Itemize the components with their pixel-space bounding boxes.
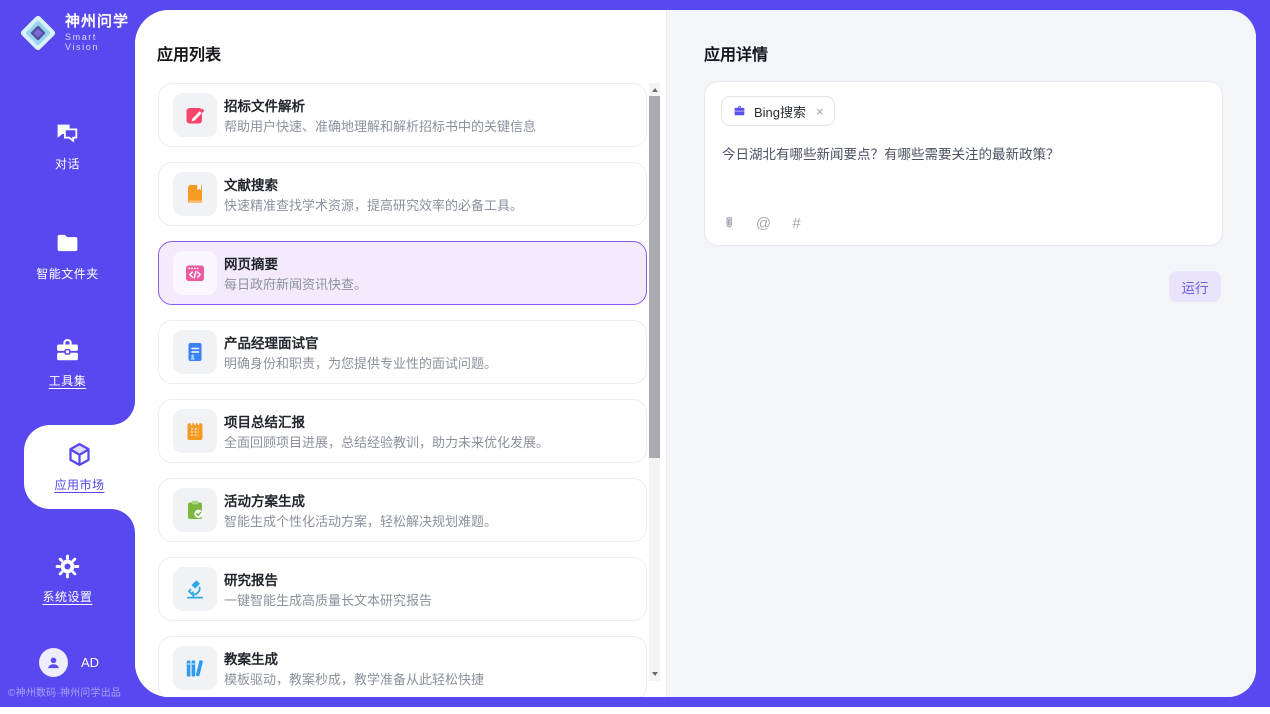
app-card-name: 网页摘要 bbox=[224, 253, 278, 273]
app-list-pane: 应用列表 招标文件解析帮助用户快速、准确地理解和解析招标书中的关键信息文献搜索快… bbox=[135, 10, 666, 697]
web-browser-icon bbox=[173, 251, 217, 295]
app-card-desc: 模板驱动，教案秒成，教学准备从此轻松快捷 bbox=[224, 669, 484, 688]
app-card[interactable]: 产品经理面试官明确身份和职责，为您提供专业性的面试问题。 bbox=[158, 320, 647, 384]
app-card-name: 文献搜索 bbox=[224, 174, 278, 194]
copyright-footer: ©神州数码·神州问学出品 bbox=[8, 684, 138, 699]
prompt-input[interactable]: 今日湖北有哪些新闻要点？有哪些需要关注的最新政策？ bbox=[722, 145, 1206, 165]
prompt-toolbar: @ # bbox=[722, 214, 805, 232]
app-card-name: 招标文件解析 bbox=[224, 95, 305, 115]
triangle-up-icon bbox=[652, 88, 658, 92]
prompt-card: Bing搜索 × 今日湖北有哪些新闻要点？有哪些需要关注的最新政策？ @ # bbox=[704, 81, 1223, 246]
at-icon[interactable]: @ bbox=[755, 214, 772, 232]
app-card-desc: 全面回顾项目进展，总结经验教训，助力未来优化发展。 bbox=[224, 432, 549, 451]
app-card[interactable]: 项目总结汇报全面回顾项目进展，总结经验教训，助力未来优化发展。 bbox=[158, 399, 647, 463]
notepad-icon bbox=[173, 409, 217, 453]
gear-icon bbox=[54, 553, 81, 580]
app-card[interactable]: 招标文件解析帮助用户快速、准确地理解和解析招标书中的关键信息 bbox=[158, 83, 647, 147]
sidebar-item-app-market[interactable]: 应用市场 bbox=[24, 425, 135, 509]
app-card-desc: 每日政府新闻资讯快查。 bbox=[224, 274, 367, 293]
app-card-name: 产品经理面试官 bbox=[224, 332, 319, 352]
app-card[interactable]: 研究报告一键智能生成高质量长文本研究报告 bbox=[158, 557, 647, 621]
chat-icon bbox=[54, 120, 81, 147]
diamond-logo-icon bbox=[18, 13, 58, 53]
scroll-up-button[interactable] bbox=[649, 84, 660, 96]
tool-chip-label: Bing搜索 bbox=[754, 102, 806, 121]
bubble-curve-bottom bbox=[111, 509, 135, 533]
brand-title: 神州问学 bbox=[65, 14, 135, 31]
chip-close-icon[interactable]: × bbox=[816, 105, 824, 118]
scrollbar-thumb[interactable] bbox=[649, 96, 660, 458]
paperclip-icon[interactable] bbox=[722, 214, 739, 232]
briefcase-icon bbox=[732, 104, 747, 119]
app-card-name: 活动方案生成 bbox=[224, 490, 305, 510]
bubble-curve-top bbox=[111, 401, 135, 425]
app-detail-title: 应用详情 bbox=[704, 41, 768, 65]
app-card-name: 教案生成 bbox=[224, 648, 278, 668]
books-icon bbox=[173, 646, 217, 690]
app-card[interactable]: 教案生成模板驱动，教案秒成，教学准备从此轻松快捷 bbox=[158, 636, 647, 697]
folder-icon bbox=[54, 230, 81, 257]
tool-chip-bing-search[interactable]: Bing搜索 × bbox=[721, 96, 835, 126]
scroll-down-button[interactable] bbox=[649, 668, 660, 680]
app-card-desc: 一键智能生成高质量长文本研究报告 bbox=[224, 590, 432, 609]
interview-doc-icon bbox=[173, 330, 217, 374]
app-card-desc: 明确身份和职责，为您提供专业性的面试问题。 bbox=[224, 353, 497, 372]
sidebar-item-label: 工具集 bbox=[49, 372, 87, 389]
app-detail-pane: 应用详情 Bing搜索 × 今日湖北有哪些新闻要点？有哪些需要关注的最新政策？ bbox=[666, 10, 1256, 697]
sidebar-item-label: 应用市场 bbox=[54, 476, 104, 493]
user-row[interactable]: AD bbox=[39, 648, 99, 677]
app-list-title: 应用列表 bbox=[157, 41, 221, 65]
brand: 神州问学 Smart Vision bbox=[18, 13, 135, 53]
avatar bbox=[39, 648, 68, 677]
app-card[interactable]: 文献搜索快速精准查找学术资源，提高研究效率的必备工具。 bbox=[158, 162, 647, 226]
app-card-desc: 智能生成个性化活动方案，轻松解决规划难题。 bbox=[224, 511, 497, 530]
sidebar-item-label: 对话 bbox=[55, 155, 80, 172]
brand-subtitle: Smart Vision bbox=[65, 32, 135, 52]
app-card[interactable]: 活动方案生成智能生成个性化活动方案，轻松解决规划难题。 bbox=[158, 478, 647, 542]
app-card-desc: 帮助用户快速、准确地理解和解析招标书中的关键信息 bbox=[224, 116, 536, 135]
run-button[interactable]: 运行 bbox=[1169, 271, 1221, 302]
sidebar: 神州问学 Smart Vision 对话智能文件夹工具集应用市场系统设置 AD … bbox=[0, 0, 135, 707]
sidebar-item-label: 系统设置 bbox=[42, 588, 92, 605]
app-card[interactable]: 网页摘要每日政府新闻资讯快查。 bbox=[158, 241, 647, 305]
sidebar-item-chat[interactable]: 对话 bbox=[0, 108, 135, 184]
cube-icon bbox=[66, 441, 93, 468]
sidebar-item-label: 智能文件夹 bbox=[36, 265, 99, 282]
sidebar-item-smart-folders[interactable]: 智能文件夹 bbox=[0, 218, 135, 294]
brand-text: 神州问学 Smart Vision bbox=[65, 14, 135, 53]
toolbox-icon bbox=[54, 337, 81, 364]
microscope-icon bbox=[173, 567, 217, 611]
main-panel: 应用列表 招标文件解析帮助用户快速、准确地理解和解析招标书中的关键信息文献搜索快… bbox=[135, 10, 1256, 697]
app-card-name: 项目总结汇报 bbox=[224, 411, 305, 431]
clipboard-check-icon bbox=[173, 488, 217, 532]
book-icon bbox=[173, 172, 217, 216]
app-card-desc: 快速精准查找学术资源，提高研究效率的必备工具。 bbox=[224, 195, 523, 214]
app-window: 神州问学 Smart Vision 对话智能文件夹工具集应用市场系统设置 AD … bbox=[0, 0, 1270, 714]
app-cards: 招标文件解析帮助用户快速、准确地理解和解析招标书中的关键信息文献搜索快速精准查找… bbox=[158, 83, 647, 697]
sidebar-item-toolkit[interactable]: 工具集 bbox=[0, 325, 135, 401]
hash-icon[interactable]: # bbox=[788, 214, 805, 232]
list-scrollbar[interactable] bbox=[649, 83, 660, 681]
user-avatar-icon bbox=[45, 654, 62, 671]
sidebar-item-settings[interactable]: 系统设置 bbox=[0, 541, 135, 617]
app-card-name: 研究报告 bbox=[224, 569, 278, 589]
user-label: AD bbox=[81, 655, 99, 670]
triangle-down-icon bbox=[652, 672, 658, 676]
pen-square-icon bbox=[173, 93, 217, 137]
